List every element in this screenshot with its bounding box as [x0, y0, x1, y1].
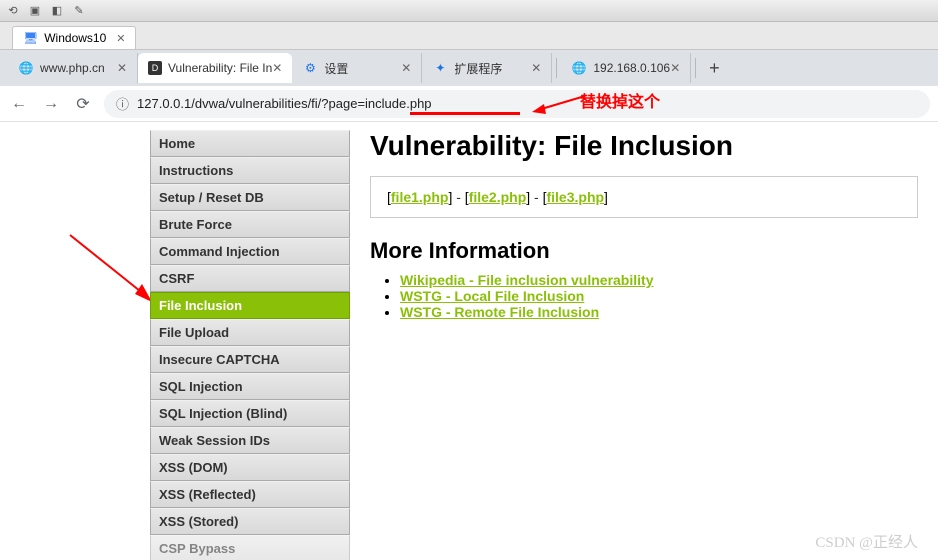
close-icon[interactable]: ✕	[116, 32, 125, 45]
forward-button[interactable]: →	[40, 93, 62, 115]
gear-icon: ⚙	[302, 60, 318, 76]
info-link[interactable]: Wikipedia - File inclusion vulnerability	[400, 272, 653, 288]
more-info-heading: More Information	[370, 238, 918, 264]
sidebar-item-xss-reflected[interactable]: XSS (Reflected)	[150, 481, 350, 508]
globe-icon: 🌐	[18, 60, 34, 76]
info-icon: ⓘ	[116, 94, 129, 113]
host-toolbar: ⟲▣◧✎	[0, 0, 938, 22]
sidebar-item-command-injection[interactable]: Command Injection	[150, 238, 350, 265]
sidebar-item-sqli[interactable]: SQL Injection	[150, 373, 350, 400]
new-tab-button[interactable]: +	[700, 54, 728, 82]
file-link[interactable]: file3.php	[546, 189, 604, 205]
reload-button[interactable]: ⟳	[72, 93, 94, 115]
close-icon[interactable]: ✕	[117, 61, 127, 75]
info-link[interactable]: WSTG - Local File Inclusion	[400, 288, 584, 304]
back-button[interactable]: ←	[8, 93, 30, 115]
close-icon[interactable]: ✕	[272, 61, 282, 75]
sidebar-item-home[interactable]: Home	[150, 130, 350, 157]
page-title: Vulnerability: File Inclusion	[370, 130, 918, 162]
sidebar-item-xss-stored[interactable]: XSS (Stored)	[150, 508, 350, 535]
sidebar-item-captcha[interactable]: Insecure CAPTCHA	[150, 346, 350, 373]
globe-icon: 🌐	[571, 60, 587, 76]
watermark: CSDN @正经人	[815, 531, 918, 552]
sidebar-item-sqli-blind[interactable]: SQL Injection (Blind)	[150, 400, 350, 427]
sidebar-item-weak-session[interactable]: Weak Session IDs	[150, 427, 350, 454]
sidebar-item-instructions[interactable]: Instructions	[150, 157, 350, 184]
info-link[interactable]: WSTG - Remote File Inclusion	[400, 304, 599, 320]
window-tab-title: Windows10	[44, 31, 106, 45]
tab-ip[interactable]: 🌐 192.168.0.106 ✕	[561, 53, 691, 83]
main-content: Vulnerability: File Inclusion [file1.php…	[350, 130, 938, 560]
tab-dvwa[interactable]: D Vulnerability: File In ✕	[138, 53, 292, 83]
address-bar: ← → ⟳ ⓘ 127.0.0.1/dvwa/vulnerabilities/f…	[0, 86, 938, 122]
sidebar-item-file-upload[interactable]: File Upload	[150, 319, 350, 346]
window-tab[interactable]: 🖥 Windows10 ✕	[12, 26, 136, 49]
sidebar-item-setup[interactable]: Setup / Reset DB	[150, 184, 350, 211]
sidebar-item-csp[interactable]: CSP Bypass	[150, 535, 350, 560]
dvwa-icon: D	[148, 61, 162, 75]
close-icon[interactable]: ✕	[531, 61, 541, 75]
browser-tab-bar: 🌐 www.php.cn ✕ D Vulnerability: File In …	[0, 50, 938, 86]
close-icon[interactable]: ✕	[670, 61, 680, 75]
close-icon[interactable]: ✕	[401, 61, 411, 75]
file-links-box: [file1.php] - [file2.php] - [file3.php]	[370, 176, 918, 218]
info-links-list: Wikipedia - File inclusion vulnerability…	[370, 272, 918, 320]
sidebar-item-xss-dom[interactable]: XSS (DOM)	[150, 454, 350, 481]
file-link[interactable]: file1.php	[391, 189, 449, 205]
file-link[interactable]: file2.php	[469, 189, 527, 205]
tab-settings[interactable]: ⚙ 设置 ✕	[292, 53, 422, 83]
url-text: 127.0.0.1/dvwa/vulnerabilities/fi/?page=…	[137, 96, 432, 111]
window-tab-bar: 🖥 Windows10 ✕	[0, 22, 938, 50]
tab-php[interactable]: 🌐 www.php.cn ✕	[8, 53, 138, 83]
url-input[interactable]: ⓘ 127.0.0.1/dvwa/vulnerabilities/fi/?pag…	[104, 90, 930, 118]
monitor-icon: 🖥	[23, 31, 38, 45]
sidebar-item-bruteforce[interactable]: Brute Force	[150, 211, 350, 238]
sidebar-item-csrf[interactable]: CSRF	[150, 265, 350, 292]
sidebar: Home Instructions Setup / Reset DB Brute…	[150, 130, 350, 560]
tab-extensions[interactable]: ✦ 扩展程序 ✕	[422, 53, 552, 83]
puzzle-icon: ✦	[432, 60, 448, 76]
sidebar-item-file-inclusion[interactable]: File Inclusion	[150, 292, 350, 319]
